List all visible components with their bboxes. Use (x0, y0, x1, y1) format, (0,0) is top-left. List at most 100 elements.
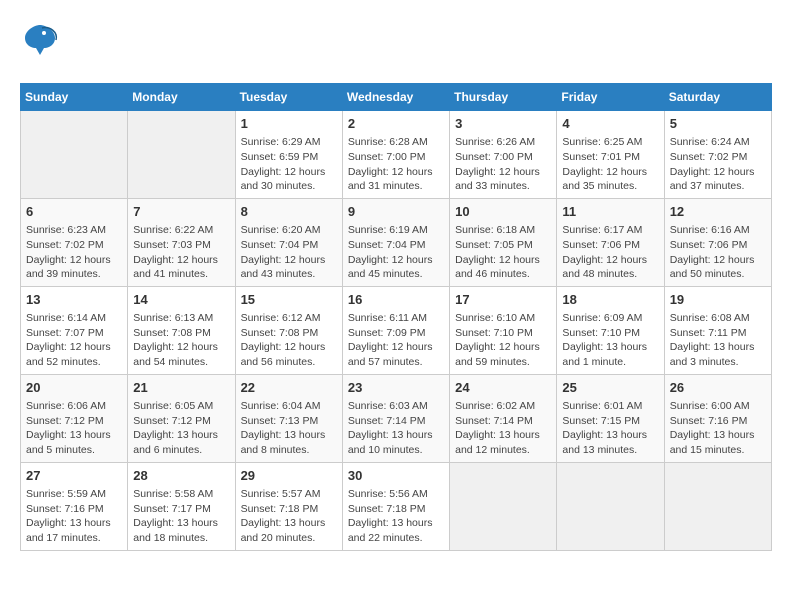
day-number: 24 (455, 379, 551, 397)
day-number: 5 (670, 115, 766, 133)
day-number: 28 (133, 467, 229, 485)
calendar-cell: 18 Sunrise: 6:09 AM Sunset: 7:10 PM Dayli… (557, 286, 664, 374)
calendar-cell: 16 Sunrise: 6:11 AM Sunset: 7:09 PM Dayli… (342, 286, 449, 374)
calendar-cell: 22 Sunrise: 6:04 AM Sunset: 7:13 PM Dayli… (235, 374, 342, 462)
day-info: Sunrise: 6:25 AM Sunset: 7:01 PM Dayligh… (562, 135, 658, 194)
day-info: Sunrise: 6:08 AM Sunset: 7:11 PM Dayligh… (670, 311, 766, 370)
day-info: Sunrise: 5:57 AM Sunset: 7:18 PM Dayligh… (241, 487, 337, 546)
day-number: 26 (670, 379, 766, 397)
calendar-cell (21, 111, 128, 199)
day-info: Sunrise: 6:00 AM Sunset: 7:16 PM Dayligh… (670, 399, 766, 458)
calendar-cell: 15 Sunrise: 6:12 AM Sunset: 7:08 PM Dayli… (235, 286, 342, 374)
calendar-cell: 8 Sunrise: 6:20 AM Sunset: 7:04 PM Daylig… (235, 198, 342, 286)
day-number: 22 (241, 379, 337, 397)
day-number: 29 (241, 467, 337, 485)
day-number: 10 (455, 203, 551, 221)
logo (20, 20, 64, 67)
calendar-cell: 19 Sunrise: 6:08 AM Sunset: 7:11 PM Dayli… (664, 286, 771, 374)
day-info: Sunrise: 6:06 AM Sunset: 7:12 PM Dayligh… (26, 399, 122, 458)
calendar-cell (128, 111, 235, 199)
day-info: Sunrise: 6:03 AM Sunset: 7:14 PM Dayligh… (348, 399, 444, 458)
day-info: Sunrise: 6:01 AM Sunset: 7:15 PM Dayligh… (562, 399, 658, 458)
day-number: 15 (241, 291, 337, 309)
day-info: Sunrise: 6:12 AM Sunset: 7:08 PM Dayligh… (241, 311, 337, 370)
calendar-cell (664, 462, 771, 550)
day-number: 6 (26, 203, 122, 221)
weekday-header: Monday (128, 84, 235, 111)
day-number: 12 (670, 203, 766, 221)
day-info: Sunrise: 6:11 AM Sunset: 7:09 PM Dayligh… (348, 311, 444, 370)
day-number: 3 (455, 115, 551, 133)
weekday-header: Saturday (664, 84, 771, 111)
calendar-cell: 30 Sunrise: 5:56 AM Sunset: 7:18 PM Dayli… (342, 462, 449, 550)
day-info: Sunrise: 6:19 AM Sunset: 7:04 PM Dayligh… (348, 223, 444, 282)
weekday-header: Tuesday (235, 84, 342, 111)
day-number: 18 (562, 291, 658, 309)
logo-icon (20, 20, 60, 67)
calendar-week-row: 6 Sunrise: 6:23 AM Sunset: 7:02 PM Daylig… (21, 198, 772, 286)
day-info: Sunrise: 6:10 AM Sunset: 7:10 PM Dayligh… (455, 311, 551, 370)
day-number: 8 (241, 203, 337, 221)
day-number: 16 (348, 291, 444, 309)
day-info: Sunrise: 6:02 AM Sunset: 7:14 PM Dayligh… (455, 399, 551, 458)
calendar-cell: 4Sunrise: 6:25 AM Sunset: 7:01 PM Daylig… (557, 111, 664, 199)
calendar-cell: 7 Sunrise: 6:22 AM Sunset: 7:03 PM Daylig… (128, 198, 235, 286)
calendar-cell: 14 Sunrise: 6:13 AM Sunset: 7:08 PM Dayli… (128, 286, 235, 374)
calendar-body: 1Sunrise: 6:29 AM Sunset: 6:59 PM Daylig… (21, 111, 772, 551)
calendar-cell: 21 Sunrise: 6:05 AM Sunset: 7:12 PM Dayli… (128, 374, 235, 462)
day-info: Sunrise: 6:14 AM Sunset: 7:07 PM Dayligh… (26, 311, 122, 370)
day-number: 19 (670, 291, 766, 309)
calendar-cell: 20 Sunrise: 6:06 AM Sunset: 7:12 PM Dayli… (21, 374, 128, 462)
day-number: 14 (133, 291, 229, 309)
day-info: Sunrise: 6:20 AM Sunset: 7:04 PM Dayligh… (241, 223, 337, 282)
weekday-header: Friday (557, 84, 664, 111)
calendar-table: SundayMondayTuesdayWednesdayThursdayFrid… (20, 83, 772, 551)
day-info: Sunrise: 6:18 AM Sunset: 7:05 PM Dayligh… (455, 223, 551, 282)
calendar-cell (450, 462, 557, 550)
day-info: Sunrise: 6:23 AM Sunset: 7:02 PM Dayligh… (26, 223, 122, 282)
calendar-cell: 2 Sunrise: 6:28 AM Sunset: 7:00 PM Daylig… (342, 111, 449, 199)
day-info: Sunrise: 6:28 AM Sunset: 7:00 PM Dayligh… (348, 135, 444, 194)
calendar-cell: 11 Sunrise: 6:17 AM Sunset: 7:06 PM Dayli… (557, 198, 664, 286)
day-number: 21 (133, 379, 229, 397)
day-info: Sunrise: 6:04 AM Sunset: 7:13 PM Dayligh… (241, 399, 337, 458)
weekday-header: Wednesday (342, 84, 449, 111)
page-header (20, 20, 772, 67)
calendar-week-row: 20 Sunrise: 6:06 AM Sunset: 7:12 PM Dayli… (21, 374, 772, 462)
calendar-week-row: 27 Sunrise: 5:59 AM Sunset: 7:16 PM Dayli… (21, 462, 772, 550)
day-number: 2 (348, 115, 444, 133)
day-info: Sunrise: 6:16 AM Sunset: 7:06 PM Dayligh… (670, 223, 766, 282)
calendar-cell: 9 Sunrise: 6:19 AM Sunset: 7:04 PM Daylig… (342, 198, 449, 286)
calendar-cell: 10 Sunrise: 6:18 AM Sunset: 7:05 PM Dayli… (450, 198, 557, 286)
day-info: Sunrise: 6:09 AM Sunset: 7:10 PM Dayligh… (562, 311, 658, 370)
calendar-cell: 17Sunrise: 6:10 AM Sunset: 7:10 PM Dayli… (450, 286, 557, 374)
day-number: 27 (26, 467, 122, 485)
day-number: 23 (348, 379, 444, 397)
day-number: 30 (348, 467, 444, 485)
day-info: Sunrise: 5:58 AM Sunset: 7:17 PM Dayligh… (133, 487, 229, 546)
day-info: Sunrise: 5:56 AM Sunset: 7:18 PM Dayligh… (348, 487, 444, 546)
calendar-cell: 5 Sunrise: 6:24 AM Sunset: 7:02 PM Daylig… (664, 111, 771, 199)
day-info: Sunrise: 6:13 AM Sunset: 7:08 PM Dayligh… (133, 311, 229, 370)
calendar-cell: 25 Sunrise: 6:01 AM Sunset: 7:15 PM Dayli… (557, 374, 664, 462)
calendar-cell (557, 462, 664, 550)
day-info: Sunrise: 6:24 AM Sunset: 7:02 PM Dayligh… (670, 135, 766, 194)
day-number: 25 (562, 379, 658, 397)
day-info: Sunrise: 6:22 AM Sunset: 7:03 PM Dayligh… (133, 223, 229, 282)
calendar-header: SundayMondayTuesdayWednesdayThursdayFrid… (21, 84, 772, 111)
calendar-week-row: 13Sunrise: 6:14 AM Sunset: 7:07 PM Dayli… (21, 286, 772, 374)
day-info: Sunrise: 6:26 AM Sunset: 7:00 PM Dayligh… (455, 135, 551, 194)
calendar-cell: 24 Sunrise: 6:02 AM Sunset: 7:14 PM Dayli… (450, 374, 557, 462)
weekday-row: SundayMondayTuesdayWednesdayThursdayFrid… (21, 84, 772, 111)
day-info: Sunrise: 6:05 AM Sunset: 7:12 PM Dayligh… (133, 399, 229, 458)
day-number: 11 (562, 203, 658, 221)
day-info: Sunrise: 6:17 AM Sunset: 7:06 PM Dayligh… (562, 223, 658, 282)
day-number: 9 (348, 203, 444, 221)
day-number: 7 (133, 203, 229, 221)
calendar-cell: 23 Sunrise: 6:03 AM Sunset: 7:14 PM Dayli… (342, 374, 449, 462)
calendar-cell: 6 Sunrise: 6:23 AM Sunset: 7:02 PM Daylig… (21, 198, 128, 286)
calendar-cell: 3 Sunrise: 6:26 AM Sunset: 7:00 PM Daylig… (450, 111, 557, 199)
day-number: 20 (26, 379, 122, 397)
weekday-header: Thursday (450, 84, 557, 111)
day-info: Sunrise: 5:59 AM Sunset: 7:16 PM Dayligh… (26, 487, 122, 546)
